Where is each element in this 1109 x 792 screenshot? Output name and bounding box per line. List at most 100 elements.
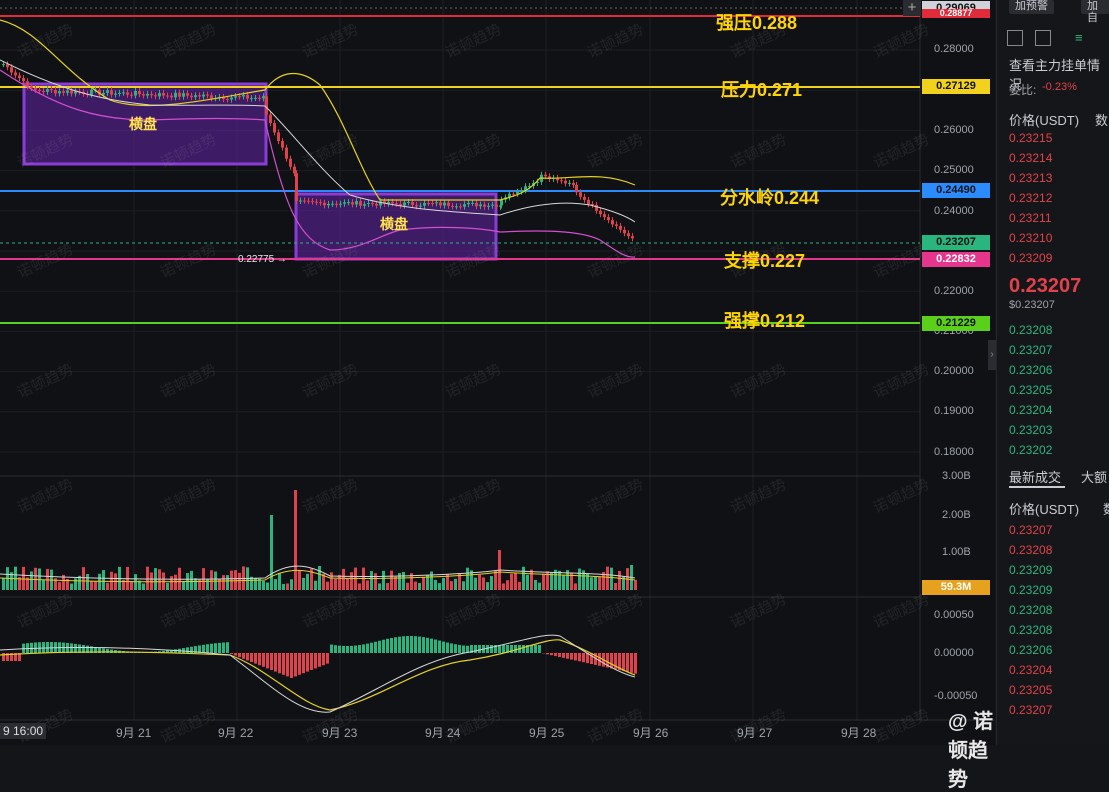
volume-bar (282, 584, 285, 590)
macd-histogram-bar (234, 653, 237, 656)
volume-bar (342, 569, 345, 590)
candle-body (520, 190, 523, 191)
consolidation-label-right: 横盘 (380, 214, 408, 234)
candle-body (463, 204, 466, 206)
macd-histogram-bar (410, 636, 413, 653)
volume-bar (386, 583, 389, 590)
candle-body (623, 230, 626, 234)
depth-both-icon[interactable] (1007, 30, 1023, 46)
ask-row[interactable]: 0.23215 (1009, 131, 1052, 145)
macd-histogram-bar (434, 640, 437, 653)
volume-bar (478, 575, 481, 590)
volume-bar (378, 583, 381, 590)
date-tick: 9月 28 (841, 724, 876, 741)
volume-bar (466, 568, 469, 590)
candle-body (419, 206, 422, 207)
strong-support-pill: 0.21229 (922, 316, 990, 331)
panel-collapse-handle[interactable]: › (988, 340, 996, 370)
candle-body (90, 90, 93, 95)
macd-histogram-bar (370, 643, 373, 653)
ask-row[interactable]: 0.23214 (1009, 151, 1052, 165)
candle-body (459, 206, 462, 207)
macd-histogram-bar (242, 653, 245, 659)
volume-bar (394, 577, 397, 590)
tab-latest-trades[interactable]: 最新成交 (1009, 467, 1061, 486)
volume-bar (326, 582, 329, 590)
volume-bar (474, 578, 477, 590)
candle-body (50, 89, 53, 90)
candle-body (265, 96, 268, 114)
candle-body (407, 202, 410, 203)
bid-row[interactable]: 0.23208 (1009, 323, 1052, 337)
ask-row[interactable]: 0.23213 (1009, 171, 1052, 185)
volume-bar (422, 577, 425, 590)
strong-resist-label: 强压0.288 (716, 9, 797, 35)
candle-body (273, 123, 276, 132)
last-price-usd: $0.23207 (1009, 299, 1055, 311)
date-tick: 9月 21 (116, 724, 151, 741)
candle-body (359, 201, 362, 206)
candle-body (311, 201, 314, 202)
ask-row[interactable]: 0.23212 (1009, 191, 1052, 205)
bid-row[interactable]: 0.23202 (1009, 443, 1052, 457)
macd-histogram-bar (302, 653, 305, 673)
candle-body (355, 201, 358, 204)
candle-body (22, 78, 25, 81)
volume-bar (526, 575, 529, 590)
volume-bar (142, 584, 145, 590)
ask-row[interactable]: 0.23210 (1009, 231, 1052, 245)
candle-body (583, 197, 586, 200)
tab-large-trades[interactable]: 大额 (1081, 467, 1107, 486)
macd-histogram-bar (446, 643, 449, 653)
price-tick: 0.26000 (930, 124, 1004, 136)
macd-histogram-bar (338, 646, 341, 653)
candle-body (54, 90, 57, 93)
volume-bar (350, 572, 353, 590)
price-tick: 0.18000 (930, 446, 1004, 458)
depth-bids-icon[interactable] (1035, 30, 1051, 46)
add-alert-button[interactable]: 加预警 (1009, 0, 1054, 14)
chart-canvas[interactable] (0, 0, 995, 745)
macd-histogram-bar (382, 640, 385, 653)
bid-row[interactable]: 0.23205 (1009, 383, 1052, 397)
volume-bar (234, 570, 237, 590)
candle-body (335, 204, 338, 205)
ask-row[interactable]: 0.23211 (1009, 211, 1052, 225)
candle-body (285, 148, 288, 159)
depth-list-icon[interactable]: ≡ (1075, 30, 1083, 45)
volume-bar (290, 579, 293, 590)
add-crosshair-icon[interactable]: + (903, 0, 921, 16)
candle-body (479, 205, 482, 207)
candle-body (158, 93, 161, 96)
candle-body (295, 173, 298, 201)
candle-body (564, 181, 567, 184)
add-self-button[interactable]: 加自 (1081, 0, 1109, 14)
candle-body (299, 201, 302, 202)
tab-underline (1009, 486, 1065, 488)
macd-histogram-bar (202, 645, 205, 653)
macd-histogram-bar (426, 638, 429, 653)
ratio-value: -0.23% (1042, 81, 1077, 93)
bid-row[interactable]: 0.23204 (1009, 403, 1052, 417)
ask-row[interactable]: 0.23209 (1009, 251, 1052, 265)
volume-bar (294, 490, 297, 590)
macd-histogram-bar (378, 641, 381, 653)
trade-row: 0.23205 (1009, 683, 1052, 697)
macd-histogram-bar (346, 646, 349, 653)
bid-row[interactable]: 0.23207 (1009, 343, 1052, 357)
bid-row[interactable]: 0.23206 (1009, 363, 1052, 377)
candle-body (415, 205, 418, 206)
volume-bar (550, 573, 553, 590)
macd-histogram-bar (306, 653, 309, 672)
bid-row[interactable]: 0.23203 (1009, 423, 1052, 437)
volume-bar (146, 567, 149, 590)
volume-bar (330, 572, 333, 590)
chart-area[interactable]: 诺顿趋势诺顿趋势诺顿趋势诺顿趋势诺顿趋势诺顿趋势诺顿趋势诺顿趋势诺顿趋势诺顿趋势… (0, 0, 995, 745)
volume-bar (530, 570, 533, 590)
candle-body (599, 211, 602, 214)
volume-bar (598, 577, 601, 590)
candle-body (289, 159, 292, 167)
candle-body (18, 75, 21, 78)
volume-bar (506, 580, 509, 590)
volume-bar (482, 577, 485, 590)
